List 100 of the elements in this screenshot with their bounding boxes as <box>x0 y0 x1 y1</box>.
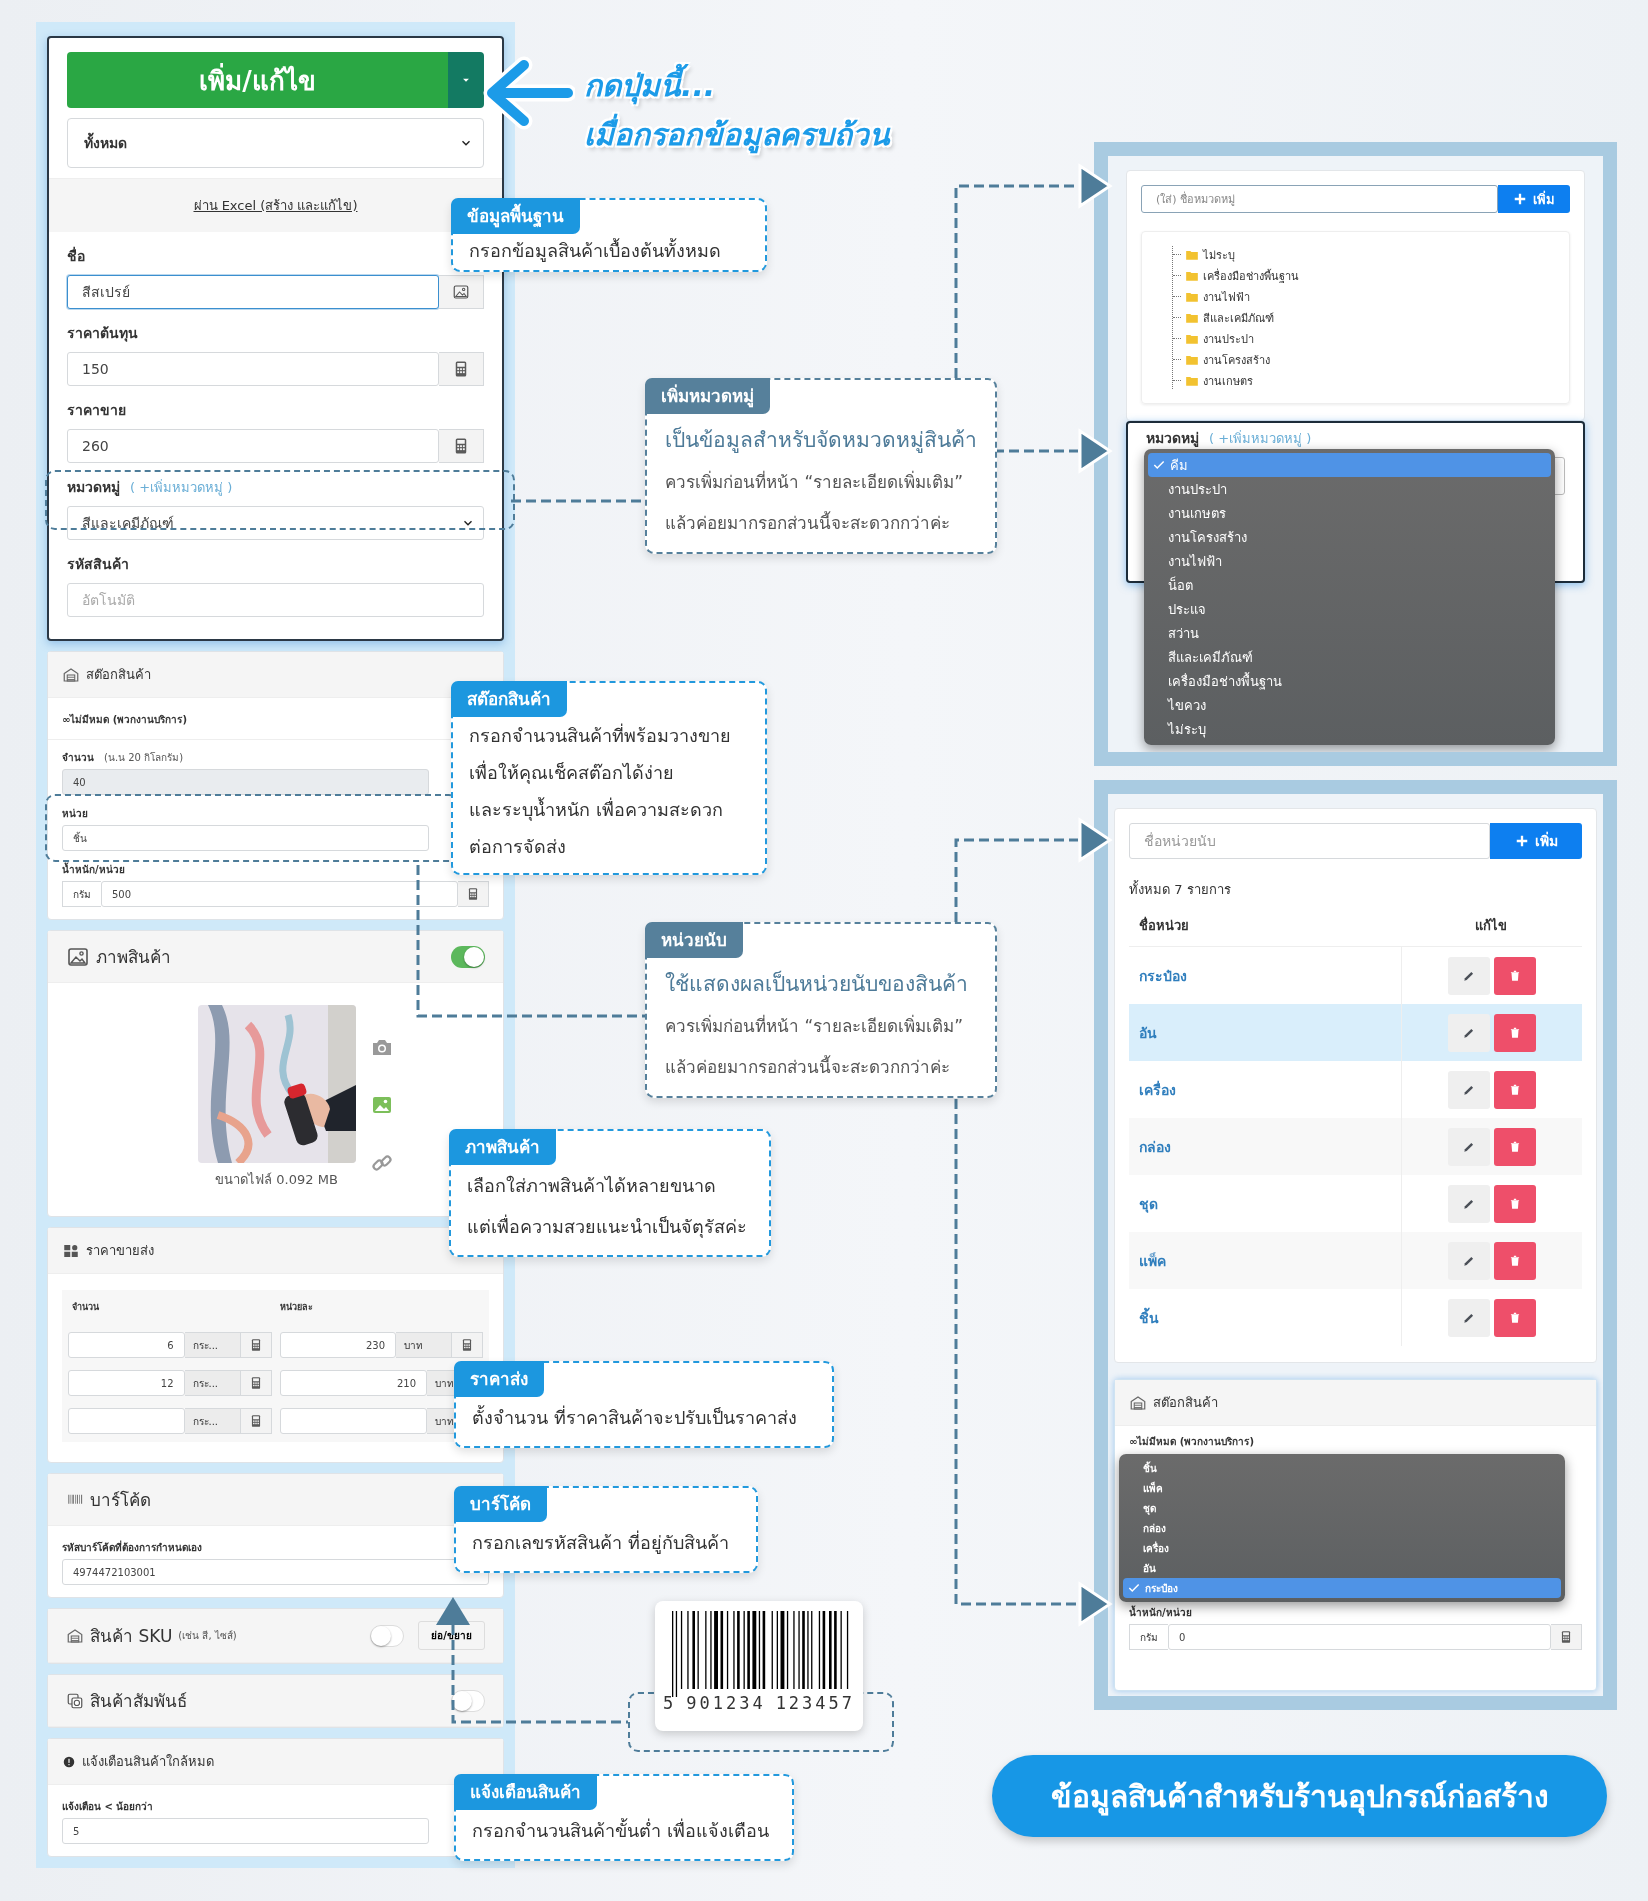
add-button[interactable]: เพิ่ม <box>1498 185 1570 213</box>
dropdown-option[interactable]: งานประปา <box>1148 477 1551 501</box>
dropdown-option[interactable]: เครื่อง <box>1123 1538 1561 1558</box>
dropdown-option[interactable]: กระป๋อง <box>1123 1578 1561 1598</box>
calculator-button[interactable] <box>439 429 484 463</box>
select-field[interactable]: ทั้งหมด <box>67 118 484 168</box>
calculator-button[interactable] <box>240 1408 272 1434</box>
unit-link[interactable]: ชิ้น <box>1129 1309 1159 1326</box>
tree-item[interactable]: งานโครงสร้าง <box>1203 350 1270 369</box>
unit-link[interactable]: แพ็ค <box>1129 1252 1166 1269</box>
check-icon <box>1152 458 1166 472</box>
input-field[interactable]: (ใส่) ชื่อหมวดหมู่ <box>1141 185 1498 213</box>
text-field[interactable]: 6 <box>68 1332 185 1358</box>
text-field[interactable] <box>279 1408 427 1434</box>
text-field[interactable]: 260 <box>67 429 439 463</box>
delete-button[interactable] <box>1493 1241 1536 1280</box>
callout-text: ควรเพิ่มก่อนที่หน้า “รายละเอียดเพิ่มเติม” <box>664 469 965 494</box>
tree-item[interactable]: เครื่องมือช่างพื้นฐาน <box>1203 266 1299 285</box>
dropdown-option[interactable]: งานเกษตร <box>1148 501 1551 525</box>
unit-link[interactable]: กล่อง <box>1129 1138 1171 1155</box>
calculator-button[interactable] <box>439 352 484 386</box>
dropdown-option[interactable]: อัน <box>1123 1558 1561 1578</box>
table-row[interactable]: แพ็ค <box>1129 1232 1582 1289</box>
table-row[interactable]: อัน <box>1129 1004 1582 1061</box>
dropdown-option[interactable]: ชุด <box>1123 1498 1561 1518</box>
barcode-number: 123457 <box>775 1693 856 1713</box>
dropdown-option[interactable]: ชิ้น <box>1123 1458 1561 1478</box>
select-field[interactable]: สีและเคมีภัณฑ์ <box>67 506 484 540</box>
save-button[interactable]: เพิ่ม/แก้ไข <box>67 52 448 108</box>
tree-item[interactable]: งานประปา <box>1203 329 1254 348</box>
tree-item[interactable]: ไม่ระบุ <box>1203 245 1235 264</box>
calculator-button[interactable] <box>1551 1624 1582 1650</box>
toggle-switch[interactable] <box>370 1624 405 1647</box>
delete-button[interactable] <box>1493 1070 1536 1109</box>
dropdown-option[interactable]: กล่อง <box>1123 1518 1561 1538</box>
unlimited-option[interactable]: ∞ไม่มีหมด (พวกงานบริการ) <box>62 714 187 725</box>
text-field[interactable] <box>68 1408 185 1434</box>
calculator-icon <box>466 887 480 901</box>
text-field[interactable]: 500 <box>101 881 458 907</box>
table-row[interactable]: กล่อง <box>1129 1118 1582 1175</box>
dropdown-option[interactable]: ไม่ระบุ <box>1148 717 1551 741</box>
image-icon <box>452 283 470 301</box>
toggle-switch[interactable] <box>451 945 485 968</box>
text-field[interactable]: 210 <box>279 1370 427 1396</box>
image-button[interactable] <box>439 275 484 309</box>
excel-link[interactable]: ผ่าน Excel (สร้าง และแก้ไข) <box>193 198 358 213</box>
unit-link[interactable]: กระป๋อง <box>1129 967 1187 984</box>
documents-icon <box>66 1691 84 1710</box>
text-field[interactable]: ชิ้น <box>62 825 429 851</box>
delete-button[interactable] <box>1493 1184 1536 1223</box>
delete-button[interactable] <box>1493 1013 1536 1052</box>
tree-item[interactable]: งานไฟฟ้า <box>1203 287 1250 306</box>
unit-link[interactable]: เครื่อง <box>1129 1081 1176 1098</box>
unit-link[interactable]: ชุด <box>1129 1195 1158 1212</box>
dropdown-option[interactable]: งานโครงสร้าง <box>1148 525 1551 549</box>
input-field[interactable]: ชื่อหน่วยนับ <box>1129 823 1490 859</box>
toggle-switch[interactable] <box>451 1689 485 1712</box>
dropdown-option[interactable]: น็อต <box>1148 573 1551 597</box>
unit-link[interactable]: อัน <box>1129 1024 1157 1041</box>
dropdown-option[interactable]: งานไฟฟ้า <box>1148 549 1551 573</box>
text-field[interactable]: สีสเปรย์ <box>67 275 439 309</box>
calculator-button[interactable] <box>452 1332 483 1358</box>
dropdown-option[interactable]: สว่าน <box>1148 621 1551 645</box>
text-field[interactable]: 12 <box>68 1370 185 1396</box>
text-field[interactable]: 5 <box>62 1818 429 1844</box>
field-label: ชื่อ <box>67 245 85 266</box>
unit-addon: กระ... <box>184 1332 241 1358</box>
text-field[interactable]: 4974472103001 <box>62 1559 489 1585</box>
dropdown-option[interactable]: ประแจ <box>1148 597 1551 621</box>
dropdown-option[interactable]: แพ็ค <box>1123 1478 1561 1498</box>
callout-text: กรอกเลขรหัสสินค้า ที่อยู่กับสินค้า <box>471 1529 730 1556</box>
plus-icon <box>1513 192 1527 206</box>
text-field[interactable]: 0 <box>1168 1624 1551 1650</box>
text-field[interactable]: 230 <box>279 1332 396 1358</box>
field-label: ราคาขาย <box>67 401 126 420</box>
add-button[interactable]: เพิ่ม <box>1490 823 1582 859</box>
section-title: แจ้งเตือนสินค้าใกล้หมด <box>82 1753 214 1771</box>
calculator-button[interactable] <box>240 1370 272 1396</box>
section-hint: (เช่น สี, ไซส์) <box>178 1629 237 1643</box>
tree-item[interactable]: งานเกษตร <box>1203 371 1253 390</box>
field-label: จำนวน <box>62 751 94 765</box>
tree-item[interactable]: สีและเคมีภัณฑ์ <box>1203 308 1274 327</box>
dropdown-option[interactable]: คีม <box>1148 453 1551 477</box>
headline-subtitle: เมื่อกรอกข้อมูลครบถ้วน <box>584 111 890 158</box>
dropdown-toggle-button[interactable] <box>448 52 484 108</box>
dropdown-option[interactable]: ไขควง <box>1148 693 1551 717</box>
calculator-icon <box>1559 1630 1573 1644</box>
column-header: หน่วยละ <box>279 1301 314 1314</box>
delete-button[interactable] <box>1493 1127 1536 1166</box>
dropdown-option[interactable]: เครื่องมือช่างพื้นฐาน <box>1148 669 1551 693</box>
calculator-button[interactable] <box>240 1332 272 1358</box>
section-title: ภาพสินค้า <box>96 946 171 969</box>
unlimited-option[interactable]: ∞ไม่มีหมด (พวกงานบริการ) <box>1129 1434 1582 1449</box>
text-field[interactable]: 150 <box>67 352 439 386</box>
callout-text: กรอกจำนวนสินค้าขั้นต่ำ เพื่อแจ้งเตือน <box>471 1817 770 1843</box>
delete-button[interactable] <box>1493 1298 1536 1337</box>
dropdown-option[interactable]: สีและเคมีภัณฑ์ <box>1148 645 1551 669</box>
calculator-button[interactable] <box>458 881 489 907</box>
delete-button[interactable] <box>1493 956 1536 995</box>
callout-title: ราคาส่ง <box>454 1361 544 1397</box>
